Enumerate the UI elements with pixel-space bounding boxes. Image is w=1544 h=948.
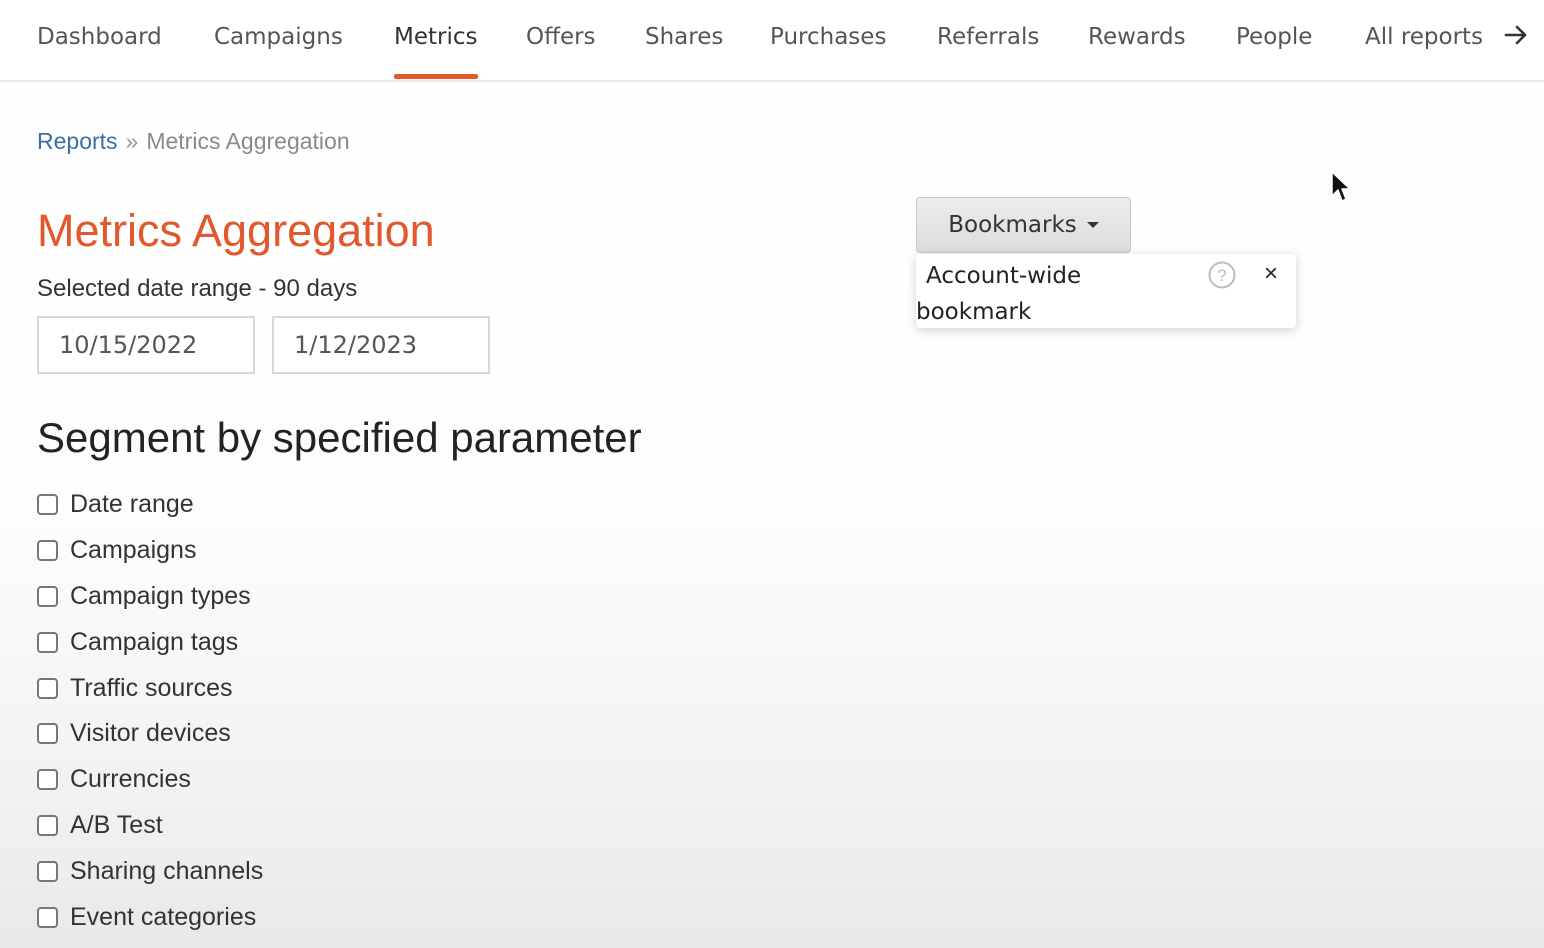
tab-shares[interactable]: Shares	[645, 0, 723, 78]
option-campaigns: Campaigns	[37, 528, 263, 574]
segment-options-list: Date range Campaigns Campaign types Camp…	[37, 482, 263, 940]
option-sharing-channels: Sharing channels	[37, 848, 263, 894]
tab-campaigns[interactable]: Campaigns	[214, 0, 343, 78]
option-label[interactable]: Campaigns	[70, 536, 196, 565]
mouse-pointer-icon	[1330, 170, 1352, 209]
visitor-devices-checkbox[interactable]	[37, 723, 58, 745]
svg-text:?: ?	[1217, 266, 1226, 285]
option-visitor-devices: Visitor devices	[37, 711, 263, 757]
option-campaign-types: Campaign types	[37, 574, 263, 620]
option-date-range: Date range	[37, 482, 263, 528]
option-label[interactable]: Traffic sources	[70, 674, 233, 703]
campaign-tags-checkbox[interactable]	[37, 631, 58, 653]
bookmarks-dropdown-button[interactable]: Bookmarks	[916, 197, 1131, 253]
caret-down-icon	[1086, 222, 1099, 228]
tab-rewards[interactable]: Rewards	[1088, 0, 1186, 78]
tab-all-reports-label: All reports	[1365, 24, 1484, 50]
breadcrumb-separator: »	[125, 128, 139, 154]
option-label[interactable]: A/B Test	[70, 811, 163, 840]
campaigns-checkbox[interactable]	[37, 540, 58, 562]
option-label[interactable]: Sharing channels	[70, 857, 263, 886]
close-icon[interactable]: ×	[1264, 260, 1278, 288]
tab-dashboard[interactable]: Dashboard	[37, 0, 162, 78]
end-date-input[interactable]	[272, 316, 490, 374]
ab-test-checkbox[interactable]	[37, 814, 58, 836]
question-circle-icon[interactable]: ?	[1207, 260, 1237, 290]
bookmarks-button-label: Bookmarks	[948, 212, 1077, 238]
tab-all-reports[interactable]: All reports	[1365, 0, 1528, 78]
tab-referrals[interactable]: Referrals	[937, 0, 1039, 78]
option-currencies: Currencies	[37, 757, 263, 803]
option-campaign-tags: Campaign tags	[37, 619, 263, 665]
top-navigation: Dashboard Campaigns Metrics Offers Share…	[0, 0, 1544, 82]
event-categories-checkbox[interactable]	[37, 906, 58, 928]
breadcrumb-reports-link[interactable]: Reports	[37, 128, 118, 154]
option-event-categories: Event categories	[37, 894, 263, 940]
tab-purchases[interactable]: Purchases	[770, 0, 886, 78]
tab-metrics[interactable]: Metrics	[394, 0, 478, 79]
bookmarks-popup: Account-wide bookmark ? ×	[916, 254, 1296, 328]
option-label[interactable]: Currencies	[70, 765, 191, 794]
tab-offers[interactable]: Offers	[526, 0, 596, 78]
segment-section-title: Segment by specified parameter	[37, 414, 642, 461]
date-range-label: Selected date range - 90 days	[37, 275, 358, 302]
option-traffic-sources: Traffic sources	[37, 665, 263, 711]
tab-people[interactable]: People	[1236, 0, 1312, 78]
currencies-checkbox[interactable]	[37, 769, 58, 791]
option-label[interactable]: Campaign types	[70, 582, 251, 611]
option-label[interactable]: Event categories	[70, 903, 256, 932]
traffic-sources-checkbox[interactable]	[37, 677, 58, 699]
sharing-channels-checkbox[interactable]	[37, 860, 58, 882]
date-range-checkbox[interactable]	[37, 494, 58, 516]
option-label[interactable]: Campaign tags	[70, 628, 238, 657]
option-ab-test: A/B Test	[37, 803, 263, 849]
breadcrumb-current: Metrics Aggregation	[146, 128, 350, 154]
option-label[interactable]: Visitor devices	[70, 719, 231, 748]
campaign-types-checkbox[interactable]	[37, 585, 58, 607]
account-wide-bookmark-item[interactable]: Account-wide bookmark	[916, 258, 1116, 330]
option-label[interactable]: Date range	[70, 490, 194, 519]
page-title: Metrics Aggregation	[37, 205, 435, 256]
breadcrumb: Reports » Metrics Aggregation	[37, 128, 350, 155]
start-date-input[interactable]	[37, 316, 255, 374]
arrow-right-icon	[1504, 1, 1528, 75]
